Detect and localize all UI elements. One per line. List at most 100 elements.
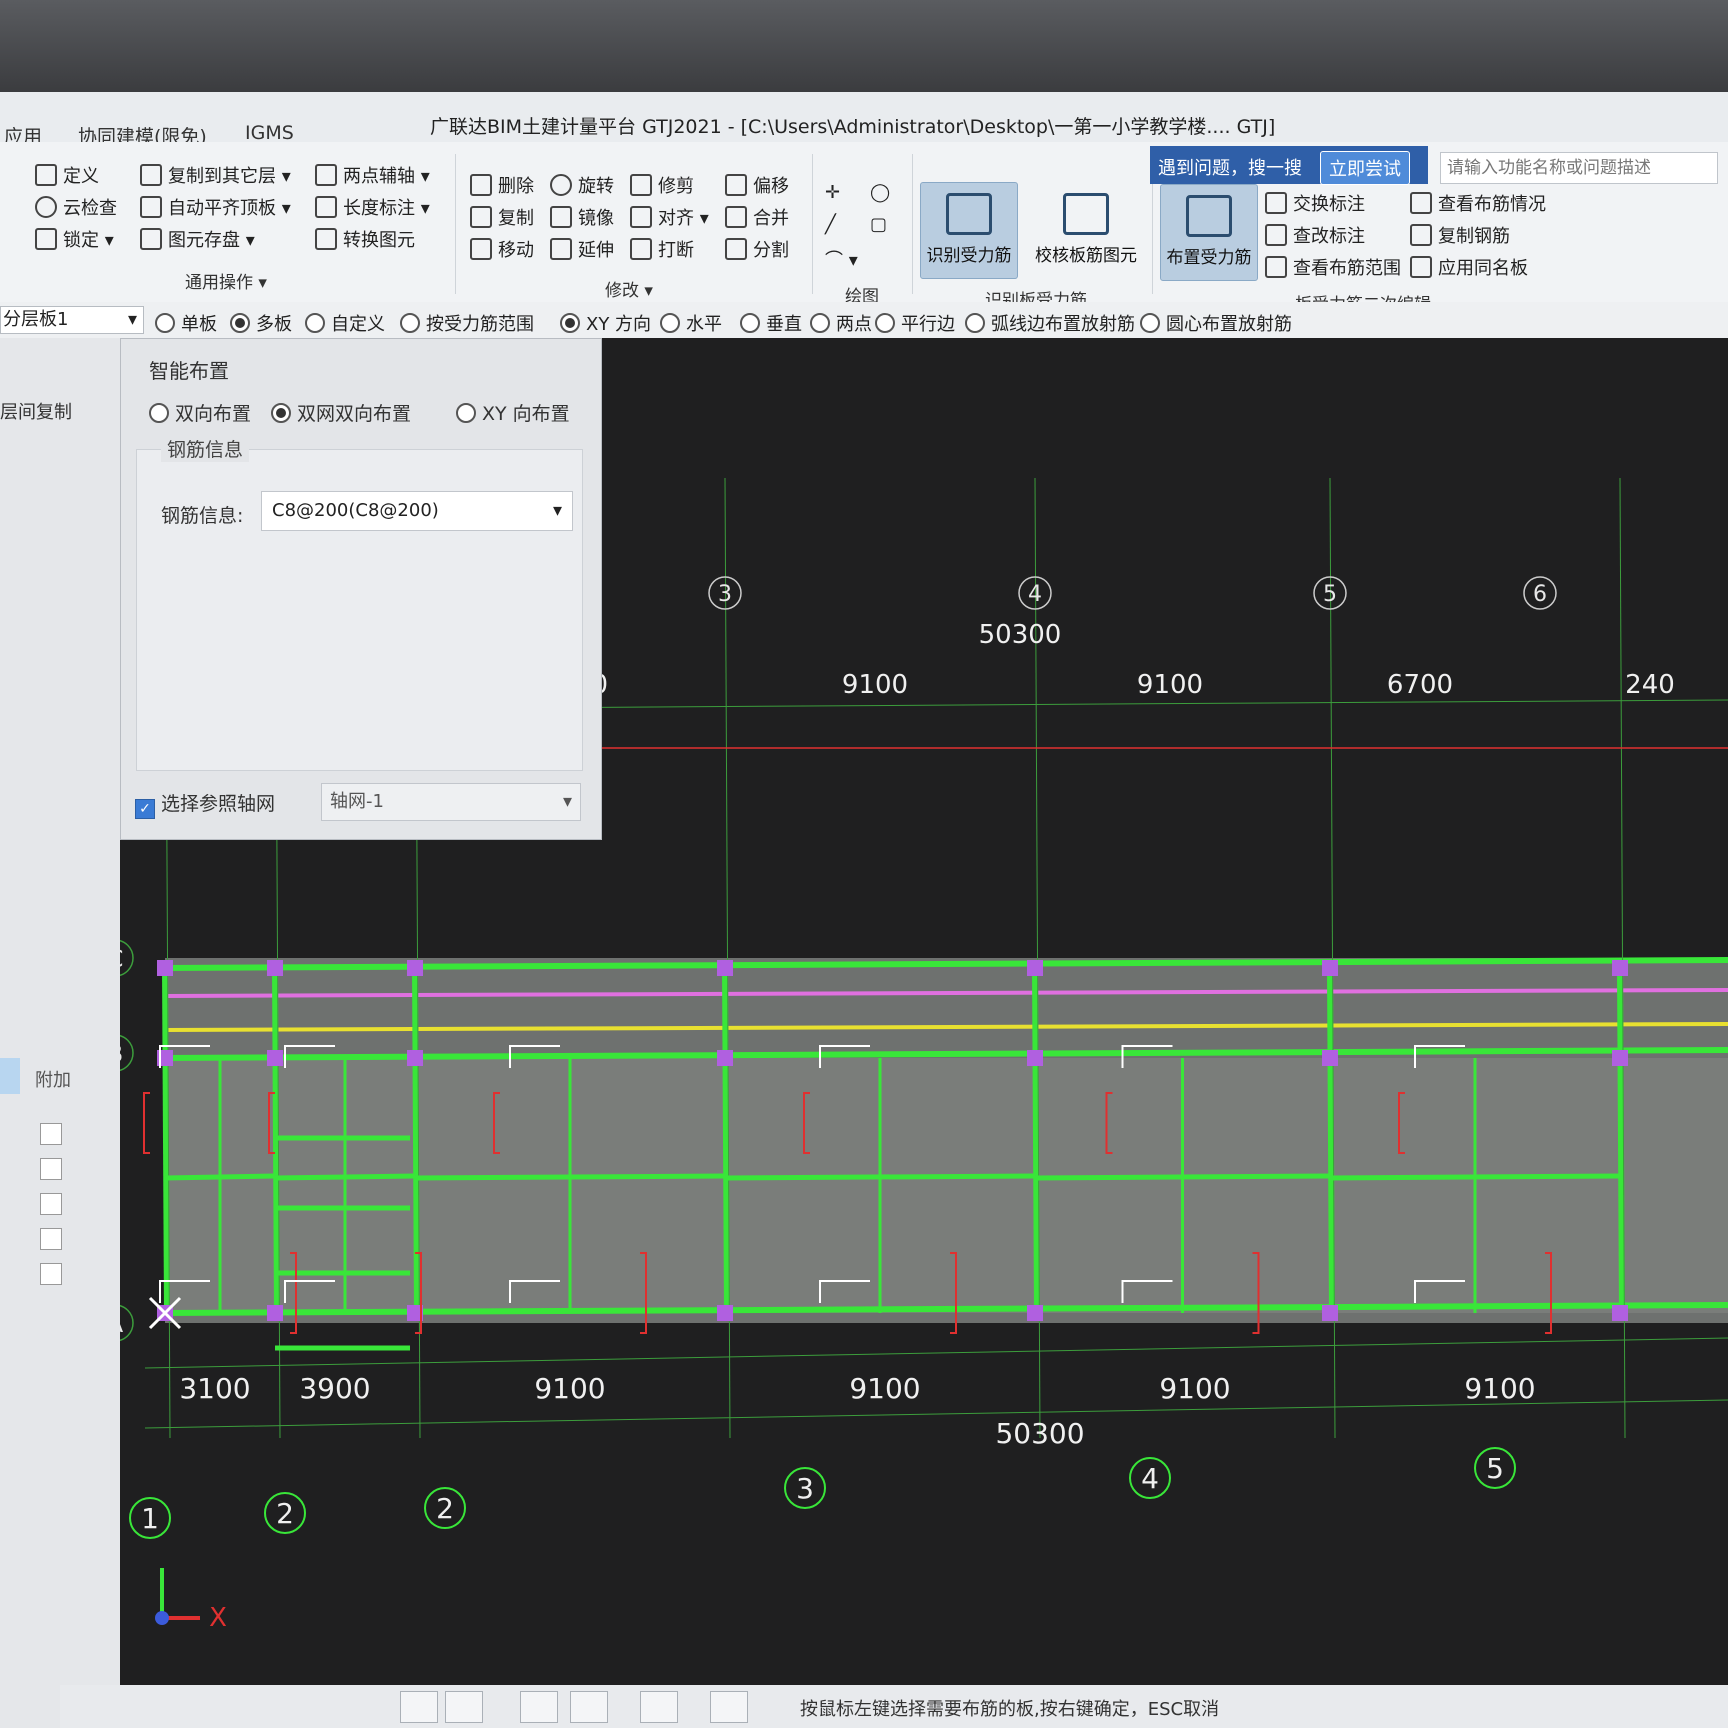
modify-group-label[interactable]: 修改 ▾	[605, 276, 653, 301]
check-slab-rebar-button[interactable]: 校核板筋图元	[1025, 182, 1147, 279]
checkbox[interactable]	[40, 1228, 62, 1250]
menu-igms[interactable]: IGMS	[245, 122, 294, 144]
window-title: 广联达BIM土建计量平台 GTJ2021 - [C:\Users\Adminis…	[430, 116, 1276, 138]
identify-rebar-button[interactable]: 识别受力筋	[920, 182, 1018, 279]
rebar-info-select[interactable]: C8@200(C8@200) ▾	[261, 491, 573, 531]
draw-circle-button[interactable]: ◯	[870, 182, 890, 203]
general-group-label[interactable]: 通用操作 ▾	[185, 268, 267, 293]
place-rebar-button[interactable]: 布置受力筋	[1160, 184, 1258, 281]
checkbox[interactable]	[40, 1263, 62, 1285]
top-axis-label: 4	[1028, 582, 1042, 607]
option-radio-8[interactable]: 两点	[810, 310, 872, 336]
checkbox[interactable]	[40, 1193, 62, 1215]
ucs-origin	[155, 1611, 169, 1625]
option-radio-3[interactable]: 自定义	[305, 310, 385, 336]
mirror-icon	[550, 206, 572, 228]
checkbox[interactable]	[40, 1158, 62, 1180]
auto-align-top-button[interactable]: 自动平齐顶板 ▾	[140, 194, 291, 220]
radio-double-net[interactable]: 双网双向布置	[271, 399, 411, 426]
top-dimension: 9100	[842, 670, 908, 700]
lock-button[interactable]: 锁定 ▾	[35, 226, 114, 252]
extend-button[interactable]: 延伸	[550, 236, 614, 262]
bottom-dimension: 9100	[849, 1372, 920, 1405]
column-post	[267, 1050, 283, 1066]
draw-point-button[interactable]: ✛	[825, 182, 840, 203]
draw-arc-button[interactable]: ⌒ ▾	[825, 246, 858, 272]
radio-xy[interactable]: XY 向布置	[456, 399, 570, 426]
split-button[interactable]: 分割	[725, 236, 789, 262]
radio-two-way[interactable]: 双向布置	[149, 399, 251, 426]
ortho-toggle[interactable]	[400, 1691, 438, 1723]
help-text: 遇到问题，搜一搜	[1158, 158, 1302, 179]
two-point-axis-button[interactable]: 两点辅轴 ▾	[315, 162, 430, 188]
option-radio-11[interactable]: 圆心布置放射筋	[1140, 310, 1292, 336]
floor-copy-item[interactable]: 层间复制	[0, 398, 72, 424]
bottom-dimension: 9100	[1159, 1372, 1230, 1405]
smart-placement-dialog: 智能布置 双向布置 双网双向布置 XY 向布置 钢筋信息 钢筋信息: C8@20…	[120, 338, 602, 840]
delete-button[interactable]: 删除	[470, 172, 534, 198]
copy-rebar-button[interactable]: 复制钢筋	[1410, 222, 1510, 248]
dynamic-input-toggle[interactable]	[520, 1691, 558, 1723]
ref-axis-checkbox[interactable]: ✓ 选择参照轴网	[135, 789, 275, 819]
edit-label-button[interactable]: 查改标注	[1265, 222, 1365, 248]
try-now-button[interactable]: 立即尝试	[1320, 151, 1410, 185]
copy-to-layer-button[interactable]: 复制到其它层 ▾	[140, 162, 291, 188]
trim-button[interactable]: 修剪	[630, 172, 694, 198]
view-rebar-status-button[interactable]: 查看布筋情况	[1410, 190, 1546, 216]
column-beam-3	[722, 967, 730, 1314]
attach-item[interactable]: 附加	[35, 1066, 71, 1092]
column-post	[717, 1305, 733, 1321]
column-post	[717, 1050, 733, 1066]
view-range-button[interactable]: 查看布筋范围	[1265, 254, 1401, 280]
function-search-input[interactable]: 请输入功能名称或问题描述	[1440, 152, 1718, 184]
radio-icon	[155, 313, 175, 333]
align-button[interactable]: 对齐 ▾	[630, 204, 709, 230]
convert-element-button[interactable]: 转换图元	[315, 226, 415, 252]
radio-icon	[400, 313, 420, 333]
radio-icon	[875, 313, 895, 333]
top-dimension: 240	[1625, 670, 1675, 700]
axis-grid-select[interactable]: 轴网-1 ▾	[321, 783, 581, 821]
ucs-x-label: X	[209, 1603, 227, 1633]
option-radio-2[interactable]: 多板	[230, 310, 292, 336]
merge-button[interactable]: 合并	[725, 204, 789, 230]
define-button[interactable]: 定义	[35, 162, 99, 188]
swap-label-button[interactable]: 交换标注	[1265, 190, 1365, 216]
merge-icon	[725, 206, 747, 228]
bottom-total-line	[144, 1399, 1728, 1429]
cloud-check-button[interactable]: 云检查	[35, 194, 117, 220]
offset-button[interactable]: 偏移	[725, 172, 789, 198]
option-radio-9[interactable]: 平行边	[875, 310, 955, 336]
option-radio-5[interactable]: XY 方向	[560, 310, 651, 336]
draw-line-button[interactable]: ╱	[825, 214, 836, 235]
offset-toggle[interactable]	[640, 1691, 678, 1723]
mirror-button[interactable]: 镜像	[550, 204, 614, 230]
angle-toggle[interactable]	[570, 1691, 608, 1723]
option-radio-6[interactable]: 水平	[660, 310, 722, 336]
rotate-button[interactable]: 旋转	[550, 172, 614, 198]
copy-button[interactable]: 复制	[470, 204, 534, 230]
option-radio-4[interactable]: 按受力筋范围	[400, 310, 534, 336]
identify-rebar-icon	[946, 193, 992, 235]
break-button[interactable]: 打断	[630, 236, 694, 262]
layer-select[interactable]: 分层板1 ▾	[0, 306, 144, 334]
radio-icon	[810, 313, 830, 333]
top-axis-label: 5	[1323, 582, 1337, 607]
apply-same-slab-button[interactable]: 应用同名板	[1410, 254, 1528, 280]
bottom-dimension: 9100	[534, 1372, 605, 1405]
length-dim-button[interactable]: 长度标注 ▾	[315, 194, 430, 220]
option-radio-7[interactable]: 垂直	[740, 310, 802, 336]
lock-icon	[35, 228, 57, 250]
column-post	[1322, 1050, 1338, 1066]
column-post	[267, 960, 283, 976]
display-toggle[interactable]	[710, 1691, 748, 1723]
move-button[interactable]: 移动	[470, 236, 534, 262]
draw-rect-button[interactable]: ▢	[870, 214, 887, 235]
option-radio-1[interactable]: 单板	[155, 310, 217, 336]
snap-toggle[interactable]	[445, 1691, 483, 1723]
radio-icon	[965, 313, 985, 333]
checkbox[interactable]	[40, 1123, 62, 1145]
save-element-button[interactable]: 图元存盘 ▾	[140, 226, 255, 252]
top-total-dimension: 50300	[979, 620, 1062, 650]
option-radio-10[interactable]: 弧线边布置放射筋	[965, 310, 1135, 336]
